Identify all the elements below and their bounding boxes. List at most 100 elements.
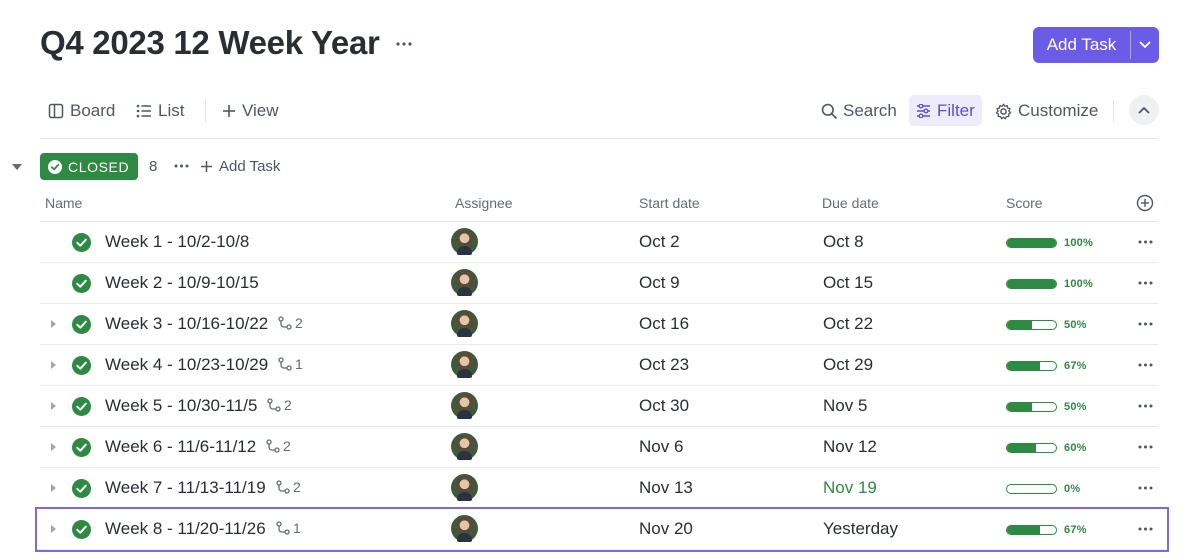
row-more-icon[interactable] bbox=[1135, 520, 1155, 538]
due-date[interactable]: Oct 8 bbox=[823, 232, 864, 252]
due-date[interactable]: Yesterday bbox=[823, 519, 898, 539]
task-name[interactable]: Week 6 - 11/6-11/12 bbox=[105, 437, 256, 457]
score-progress[interactable]: 67% bbox=[1006, 524, 1087, 536]
due-date[interactable]: Oct 22 bbox=[823, 314, 873, 334]
check-circle-icon[interactable] bbox=[72, 520, 91, 539]
start-date[interactable]: Nov 6 bbox=[639, 437, 683, 457]
check-circle-icon[interactable] bbox=[72, 438, 91, 457]
avatar[interactable] bbox=[451, 515, 478, 542]
subtask-count[interactable]: 1 bbox=[276, 520, 301, 536]
task-name[interactable]: Week 3 - 10/16-10/22 bbox=[105, 314, 268, 334]
check-circle-icon[interactable] bbox=[72, 315, 91, 334]
avatar[interactable] bbox=[451, 392, 478, 419]
task-name[interactable]: Week 1 - 10/2-10/8 bbox=[105, 232, 249, 252]
task-name[interactable]: Week 4 - 10/23-10/29 bbox=[105, 355, 268, 375]
caret-right-icon[interactable] bbox=[48, 441, 58, 453]
table-row[interactable]: Week 7 - 11/13-11/19 2 Nov 13 Nov 19 0% bbox=[40, 468, 1158, 509]
caret-right-icon[interactable] bbox=[48, 400, 58, 412]
caret-right-icon[interactable] bbox=[48, 482, 58, 494]
row-more-icon[interactable] bbox=[1135, 233, 1155, 251]
avatar[interactable] bbox=[451, 310, 478, 337]
group-add-task-button[interactable]: Add Task bbox=[200, 156, 280, 176]
tab-board[interactable]: Board bbox=[48, 94, 115, 128]
subtask-count[interactable]: 2 bbox=[276, 479, 301, 495]
row-more-icon[interactable] bbox=[1135, 356, 1155, 374]
subtask-count[interactable]: 2 bbox=[267, 397, 292, 413]
due-date[interactable]: Nov 12 bbox=[823, 437, 877, 457]
subtask-icon bbox=[276, 521, 290, 535]
task-name[interactable]: Week 5 - 10/30-11/5 bbox=[105, 396, 257, 416]
start-date[interactable]: Oct 2 bbox=[639, 232, 680, 252]
column-header-start-date[interactable]: Start date bbox=[639, 195, 700, 211]
check-circle-icon[interactable] bbox=[72, 479, 91, 498]
due-date[interactable]: Nov 5 bbox=[823, 396, 867, 416]
filter-button[interactable]: Filter bbox=[909, 95, 982, 126]
add-task-button[interactable]: Add Task bbox=[1033, 27, 1130, 63]
table-row[interactable]: Week 6 - 11/6-11/12 2 Nov 6 Nov 12 60% bbox=[40, 427, 1158, 468]
column-header-due-date[interactable]: Due date bbox=[822, 195, 879, 211]
score-progress[interactable]: 60% bbox=[1006, 442, 1087, 454]
row-more-icon[interactable] bbox=[1135, 274, 1155, 292]
more-options-icon[interactable] bbox=[392, 32, 416, 56]
caret-right-icon[interactable] bbox=[48, 359, 58, 371]
avatar[interactable] bbox=[451, 351, 478, 378]
table-row[interactable]: Week 5 - 10/30-11/5 2 Oct 30 Nov 5 50% bbox=[40, 386, 1158, 427]
avatar[interactable] bbox=[451, 228, 478, 255]
table-row[interactable]: Week 3 - 10/16-10/22 2 Oct 16 Oct 22 50% bbox=[40, 304, 1158, 345]
task-name[interactable]: Week 2 - 10/9-10/15 bbox=[105, 273, 259, 293]
task-name[interactable]: Week 8 - 11/20-11/26 bbox=[105, 519, 266, 539]
row-more-icon[interactable] bbox=[1135, 438, 1155, 456]
score-progress[interactable]: 0% bbox=[1006, 483, 1080, 495]
row-more-icon[interactable] bbox=[1135, 479, 1155, 497]
due-date[interactable]: Oct 29 bbox=[823, 355, 873, 375]
column-header-score[interactable]: Score bbox=[1006, 195, 1043, 211]
start-date[interactable]: Nov 20 bbox=[639, 519, 693, 539]
column-header-assignee[interactable]: Assignee bbox=[455, 195, 513, 211]
due-date[interactable]: Nov 19 bbox=[823, 478, 877, 498]
add-column-icon[interactable] bbox=[1136, 194, 1154, 212]
start-date[interactable]: Oct 9 bbox=[639, 273, 680, 293]
table-row[interactable]: Week 8 - 11/20-11/26 1 Nov 20 Yesterday 6… bbox=[35, 507, 1169, 552]
caret-down-icon[interactable] bbox=[9, 159, 25, 175]
check-circle-icon[interactable] bbox=[72, 274, 91, 293]
status-badge[interactable]: CLOSED bbox=[40, 153, 139, 180]
check-circle-icon[interactable] bbox=[72, 233, 91, 252]
avatar[interactable] bbox=[451, 269, 478, 296]
group-more-icon[interactable] bbox=[171, 156, 191, 176]
subtask-count[interactable]: 2 bbox=[278, 315, 303, 331]
score-progress[interactable]: 100% bbox=[1006, 237, 1093, 249]
table-row[interactable]: Week 1 - 10/2-10/8 Oct 2 Oct 8 100% bbox=[40, 222, 1158, 263]
check-circle-icon[interactable] bbox=[72, 397, 91, 416]
due-date[interactable]: Oct 15 bbox=[823, 273, 873, 293]
task-name[interactable]: Week 7 - 11/13-11/19 bbox=[105, 478, 266, 498]
subtask-count-value: 2 bbox=[293, 479, 301, 495]
table-row[interactable]: Week 4 - 10/23-10/29 1 Oct 23 Oct 29 67% bbox=[40, 345, 1158, 386]
add-view-button[interactable]: View bbox=[222, 94, 279, 128]
column-header-name[interactable]: Name bbox=[45, 195, 82, 211]
avatar[interactable] bbox=[451, 433, 478, 460]
table-row[interactable]: Week 2 - 10/9-10/15 Oct 9 Oct 15 100% bbox=[40, 263, 1158, 304]
start-date[interactable]: Nov 13 bbox=[639, 478, 693, 498]
status-label: CLOSED bbox=[68, 158, 130, 175]
subtask-count-value: 2 bbox=[284, 397, 292, 413]
tab-list[interactable]: List bbox=[136, 94, 184, 128]
subtask-count[interactable]: 2 bbox=[266, 438, 291, 454]
customize-button[interactable]: Customize bbox=[995, 94, 1098, 128]
row-more-icon[interactable] bbox=[1135, 315, 1155, 333]
score-progress[interactable]: 67% bbox=[1006, 360, 1087, 372]
caret-right-icon[interactable] bbox=[48, 523, 58, 535]
score-progress[interactable]: 50% bbox=[1006, 401, 1087, 413]
row-more-icon[interactable] bbox=[1135, 397, 1155, 415]
start-date[interactable]: Oct 23 bbox=[639, 355, 689, 375]
search-button[interactable]: Search bbox=[821, 94, 897, 128]
subtask-count[interactable]: 1 bbox=[278, 356, 303, 372]
score-progress[interactable]: 50% bbox=[1006, 319, 1087, 331]
caret-right-icon[interactable] bbox=[48, 318, 58, 330]
collapse-button[interactable] bbox=[1129, 95, 1159, 125]
score-progress[interactable]: 100% bbox=[1006, 278, 1093, 290]
check-circle-icon[interactable] bbox=[72, 356, 91, 375]
add-task-dropdown-button[interactable] bbox=[1131, 27, 1159, 63]
avatar[interactable] bbox=[451, 474, 478, 501]
start-date[interactable]: Oct 30 bbox=[639, 396, 689, 416]
start-date[interactable]: Oct 16 bbox=[639, 314, 689, 334]
